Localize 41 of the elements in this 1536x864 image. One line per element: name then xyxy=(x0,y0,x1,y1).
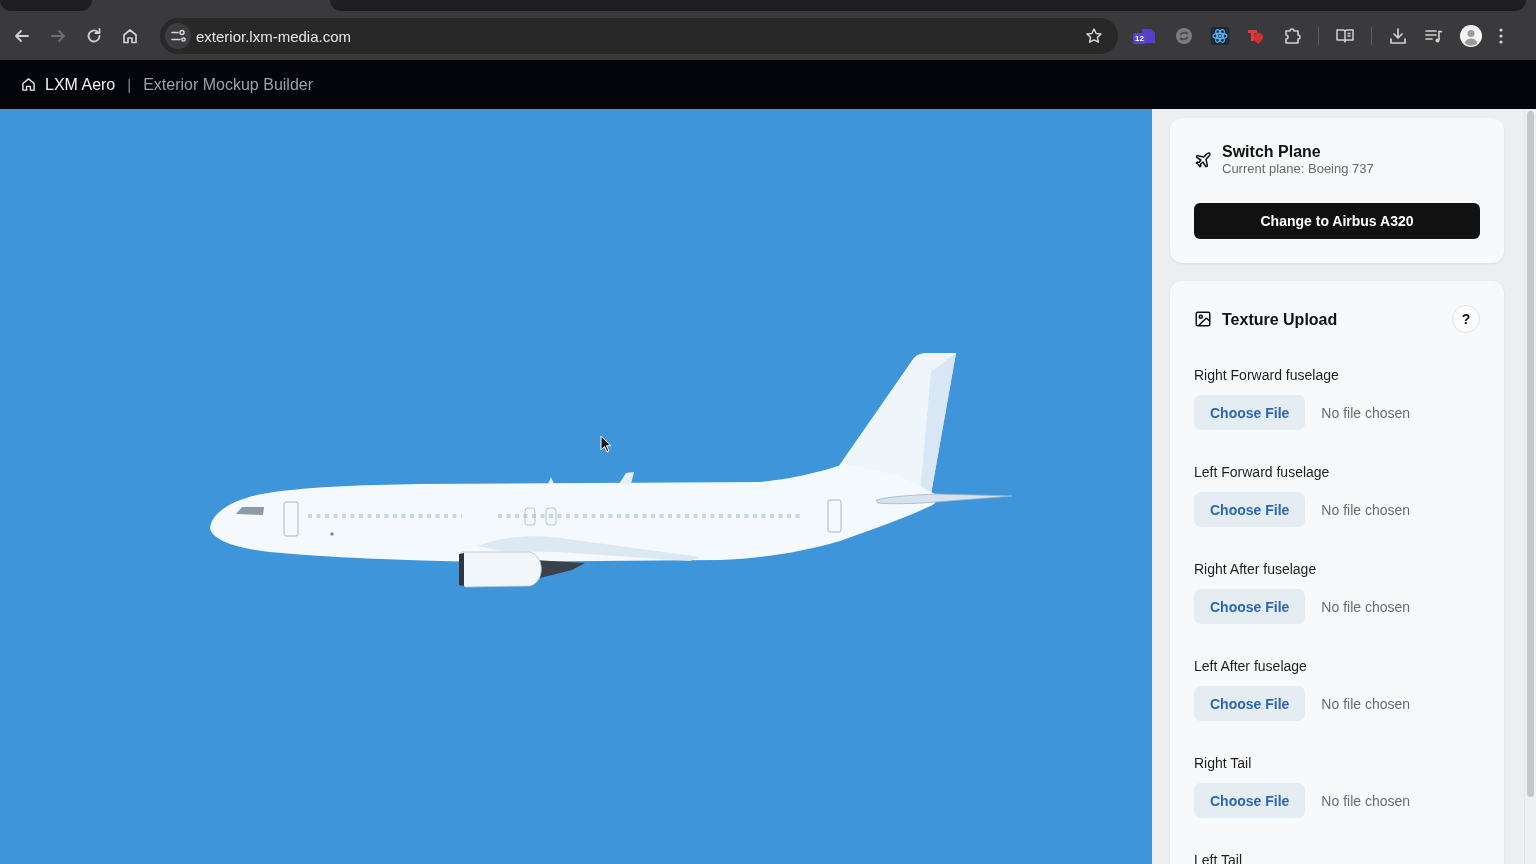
file-status-text: No file chosen xyxy=(1321,404,1411,421)
extension-badge: 12 xyxy=(1133,33,1146,44)
upload-label: Left Forward fuselage xyxy=(1194,464,1331,481)
file-status-text: No file chosen xyxy=(1321,695,1411,712)
current-plane-text: Current plane: Boeing 737 xyxy=(1222,161,1374,177)
choose-file-button[interactable]: Choose File xyxy=(1194,492,1306,527)
bookmark-star-icon[interactable] xyxy=(1085,27,1103,45)
file-status-text: No file chosen xyxy=(1321,792,1411,809)
file-status-text: No file chosen xyxy=(1321,598,1411,615)
help-button[interactable]: ? xyxy=(1452,305,1480,333)
address-bar[interactable]: exterior.lxm-media.com xyxy=(160,18,1118,54)
menu-icon[interactable] xyxy=(1498,27,1504,45)
choose-file-button[interactable]: Choose File xyxy=(1194,589,1306,624)
header-separator: | xyxy=(127,76,132,93)
card-title: Switch Plane xyxy=(1222,142,1322,161)
image-icon xyxy=(1194,310,1212,328)
scrollbar[interactable] xyxy=(1524,109,1536,864)
choose-file-button[interactable]: Choose File xyxy=(1194,686,1306,721)
card-title: Texture Upload xyxy=(1222,309,1338,329)
home-icon[interactable] xyxy=(21,77,36,92)
file-status-text: No file chosen xyxy=(1321,501,1411,518)
upload-label: Right Forward fuselage xyxy=(1194,367,1340,384)
brand-link[interactable]: LXM Aero xyxy=(45,75,116,94)
download-icon[interactable] xyxy=(1388,26,1408,46)
home-icon[interactable] xyxy=(120,26,140,46)
airplane-icon xyxy=(1194,150,1212,169)
upload-label: Right After fuselage xyxy=(1194,561,1318,578)
url-text: exterior.lxm-media.com xyxy=(196,27,353,45)
page-title: Exterior Mockup Builder xyxy=(143,75,313,94)
choose-file-button[interactable]: Choose File xyxy=(1194,783,1306,818)
cursor-icon xyxy=(600,435,612,453)
puzzle-icon[interactable] xyxy=(1282,26,1302,46)
reader-mode-icon[interactable] xyxy=(1335,26,1355,46)
avatar-icon[interactable] xyxy=(1460,25,1482,47)
upload-label: Right Tail xyxy=(1194,755,1253,772)
atom-icon[interactable] xyxy=(1210,26,1230,46)
change-plane-button[interactable]: Change to Airbus A320 xyxy=(1194,203,1480,239)
site-settings-icon[interactable] xyxy=(165,23,191,49)
upload-label: Left After fuselage xyxy=(1194,658,1308,675)
scrollbar-thumb[interactable] xyxy=(1527,111,1534,797)
choose-file-button[interactable]: Choose File xyxy=(1194,395,1306,430)
